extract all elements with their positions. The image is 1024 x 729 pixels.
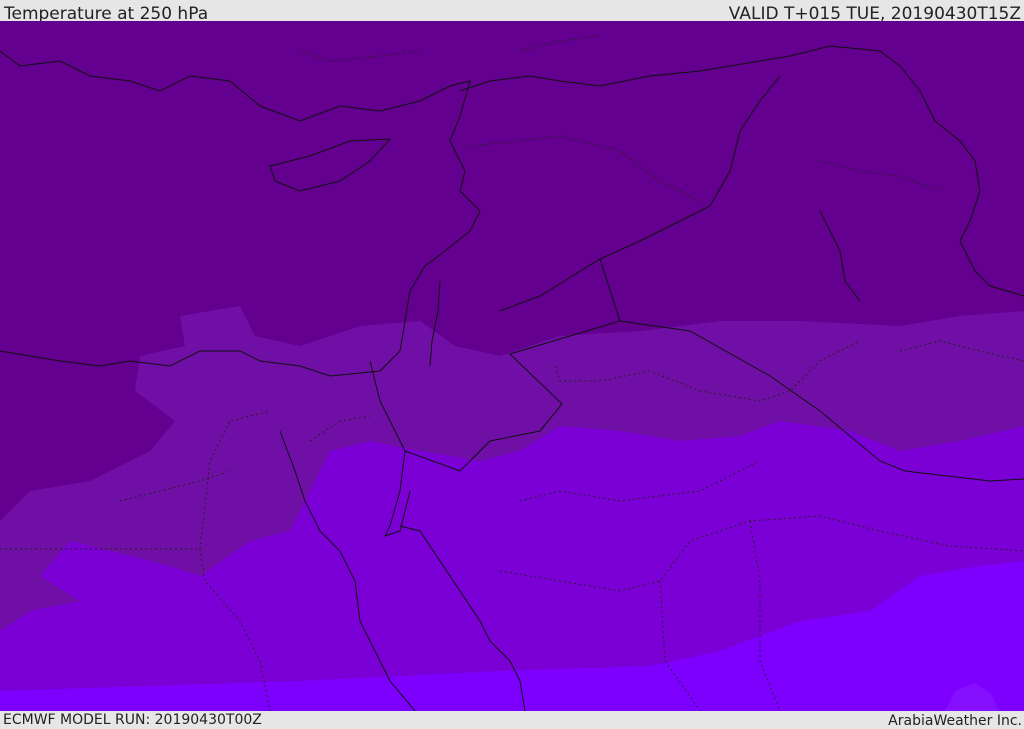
- temperature-map: [0, 21, 1024, 711]
- model-run: ECMWF MODEL RUN: 20190430T00Z: [3, 712, 262, 728]
- credit: ArabiaWeather Inc.: [888, 713, 1022, 729]
